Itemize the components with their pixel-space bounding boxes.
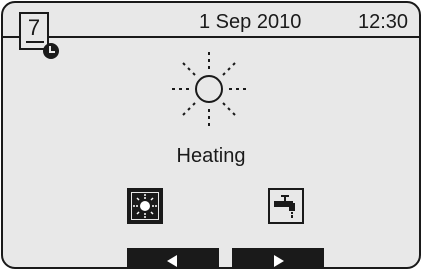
header-divider (3, 36, 419, 38)
mode-label: Heating (176, 145, 246, 167)
next-button[interactable] (232, 248, 324, 267)
triangle-right-icon (274, 255, 284, 267)
display-screen: 7 1 Sep 2010 12:30 Heating (1, 1, 421, 269)
triangle-left-icon (167, 255, 177, 267)
clock-icon (43, 43, 59, 59)
previous-button[interactable] (127, 248, 219, 267)
menu-number: 7 (27, 15, 41, 40)
heating-mode-button[interactable] (127, 188, 163, 224)
hot-water-mode-button[interactable] (268, 188, 304, 224)
sun-icon (133, 194, 157, 218)
sun-icon (172, 52, 246, 126)
date-display: 1 Sep 2010 (199, 11, 302, 33)
time-display: 12:30 (358, 11, 409, 33)
tap-icon (274, 195, 295, 218)
